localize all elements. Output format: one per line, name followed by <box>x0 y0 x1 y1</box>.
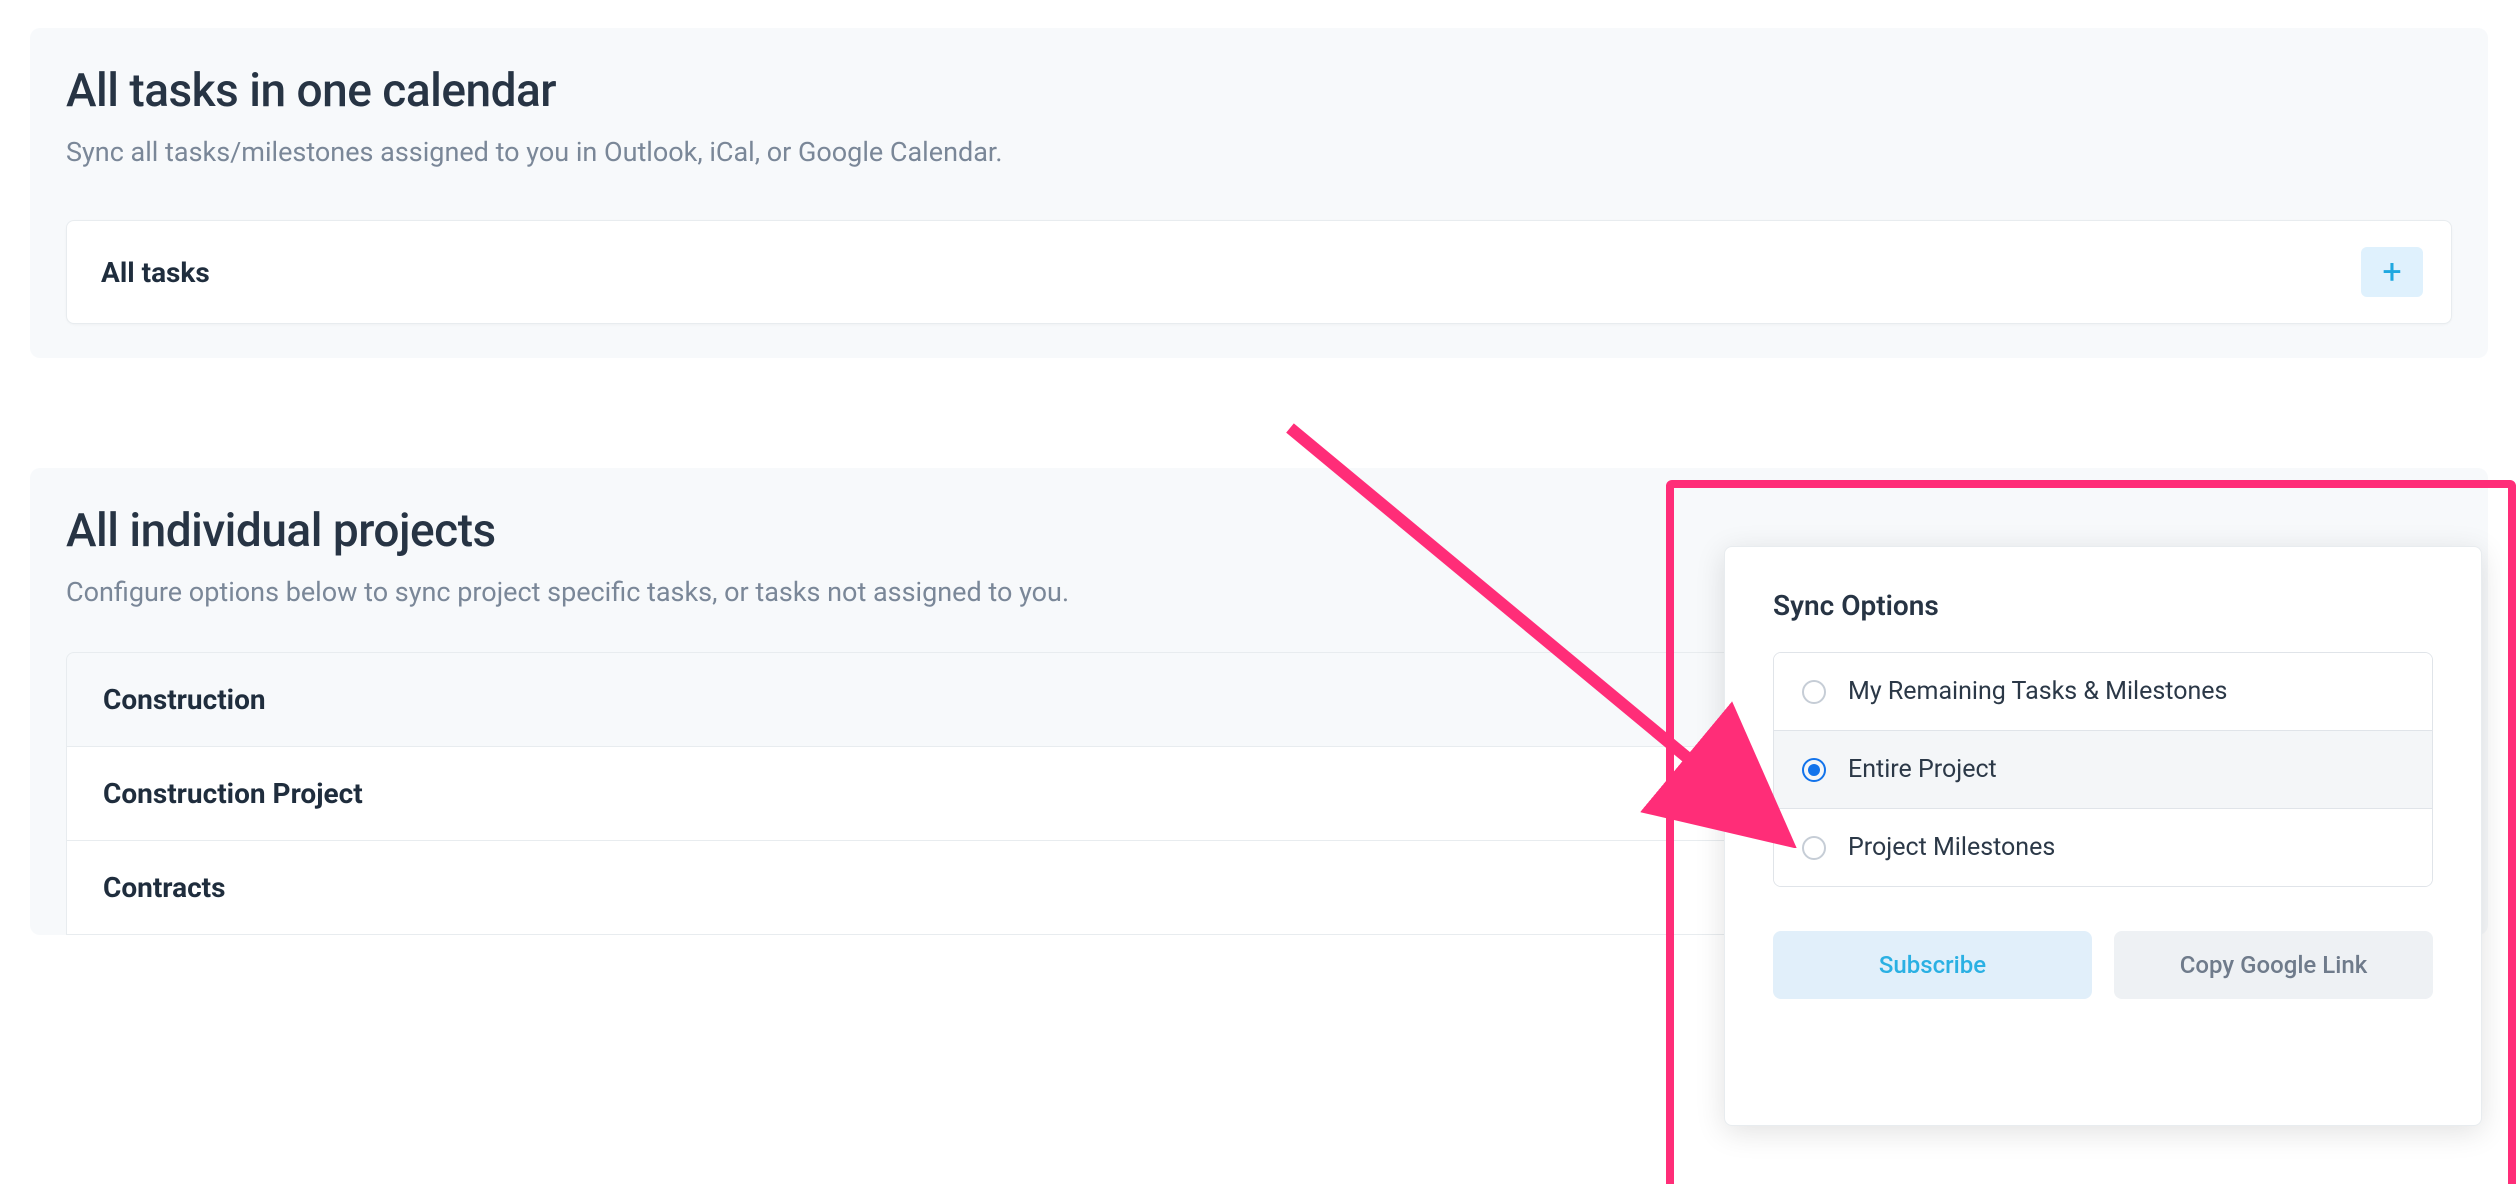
project-name: Construction <box>103 683 266 716</box>
radio-icon <box>1802 680 1826 704</box>
calendar-sync-panel: All tasks in one calendar Sync all tasks… <box>30 28 2488 358</box>
sync-option-my-remaining[interactable]: My Remaining Tasks & Milestones <box>1774 653 2432 730</box>
sync-options-group: My Remaining Tasks & Milestones Entire P… <box>1773 652 2433 887</box>
plus-icon: + <box>2382 252 2401 292</box>
subscribe-button[interactable]: Subscribe <box>1773 931 2092 999</box>
sync-option-milestones[interactable]: Project Milestones <box>1774 808 2432 886</box>
project-name: Contracts <box>103 871 226 904</box>
sync-options-popover: Sync Options My Remaining Tasks & Milest… <box>1724 546 2482 1126</box>
copy-google-link-button[interactable]: Copy Google Link <box>2114 931 2433 999</box>
radio-icon <box>1802 758 1826 782</box>
all-tasks-label: All tasks <box>101 256 210 289</box>
panel-title: All tasks in one calendar <box>66 64 2452 118</box>
sync-option-entire-project[interactable]: Entire Project <box>1774 730 2432 808</box>
sync-option-label: Entire Project <box>1848 755 1997 784</box>
radio-icon <box>1802 836 1826 860</box>
popover-actions: Subscribe Copy Google Link <box>1773 931 2433 999</box>
popover-title: Sync Options <box>1773 589 2433 622</box>
panel-subtitle: Sync all tasks/milestones assigned to yo… <box>66 136 2452 168</box>
copy-label: Copy Google Link <box>2180 951 2367 979</box>
all-tasks-row[interactable]: All tasks + <box>66 220 2452 324</box>
sync-option-label: My Remaining Tasks & Milestones <box>1848 677 2227 706</box>
expand-button[interactable]: + <box>2361 247 2423 297</box>
project-name: Construction Project <box>103 777 363 810</box>
sync-option-label: Project Milestones <box>1848 833 2055 862</box>
subscribe-label: Subscribe <box>1879 951 1986 979</box>
